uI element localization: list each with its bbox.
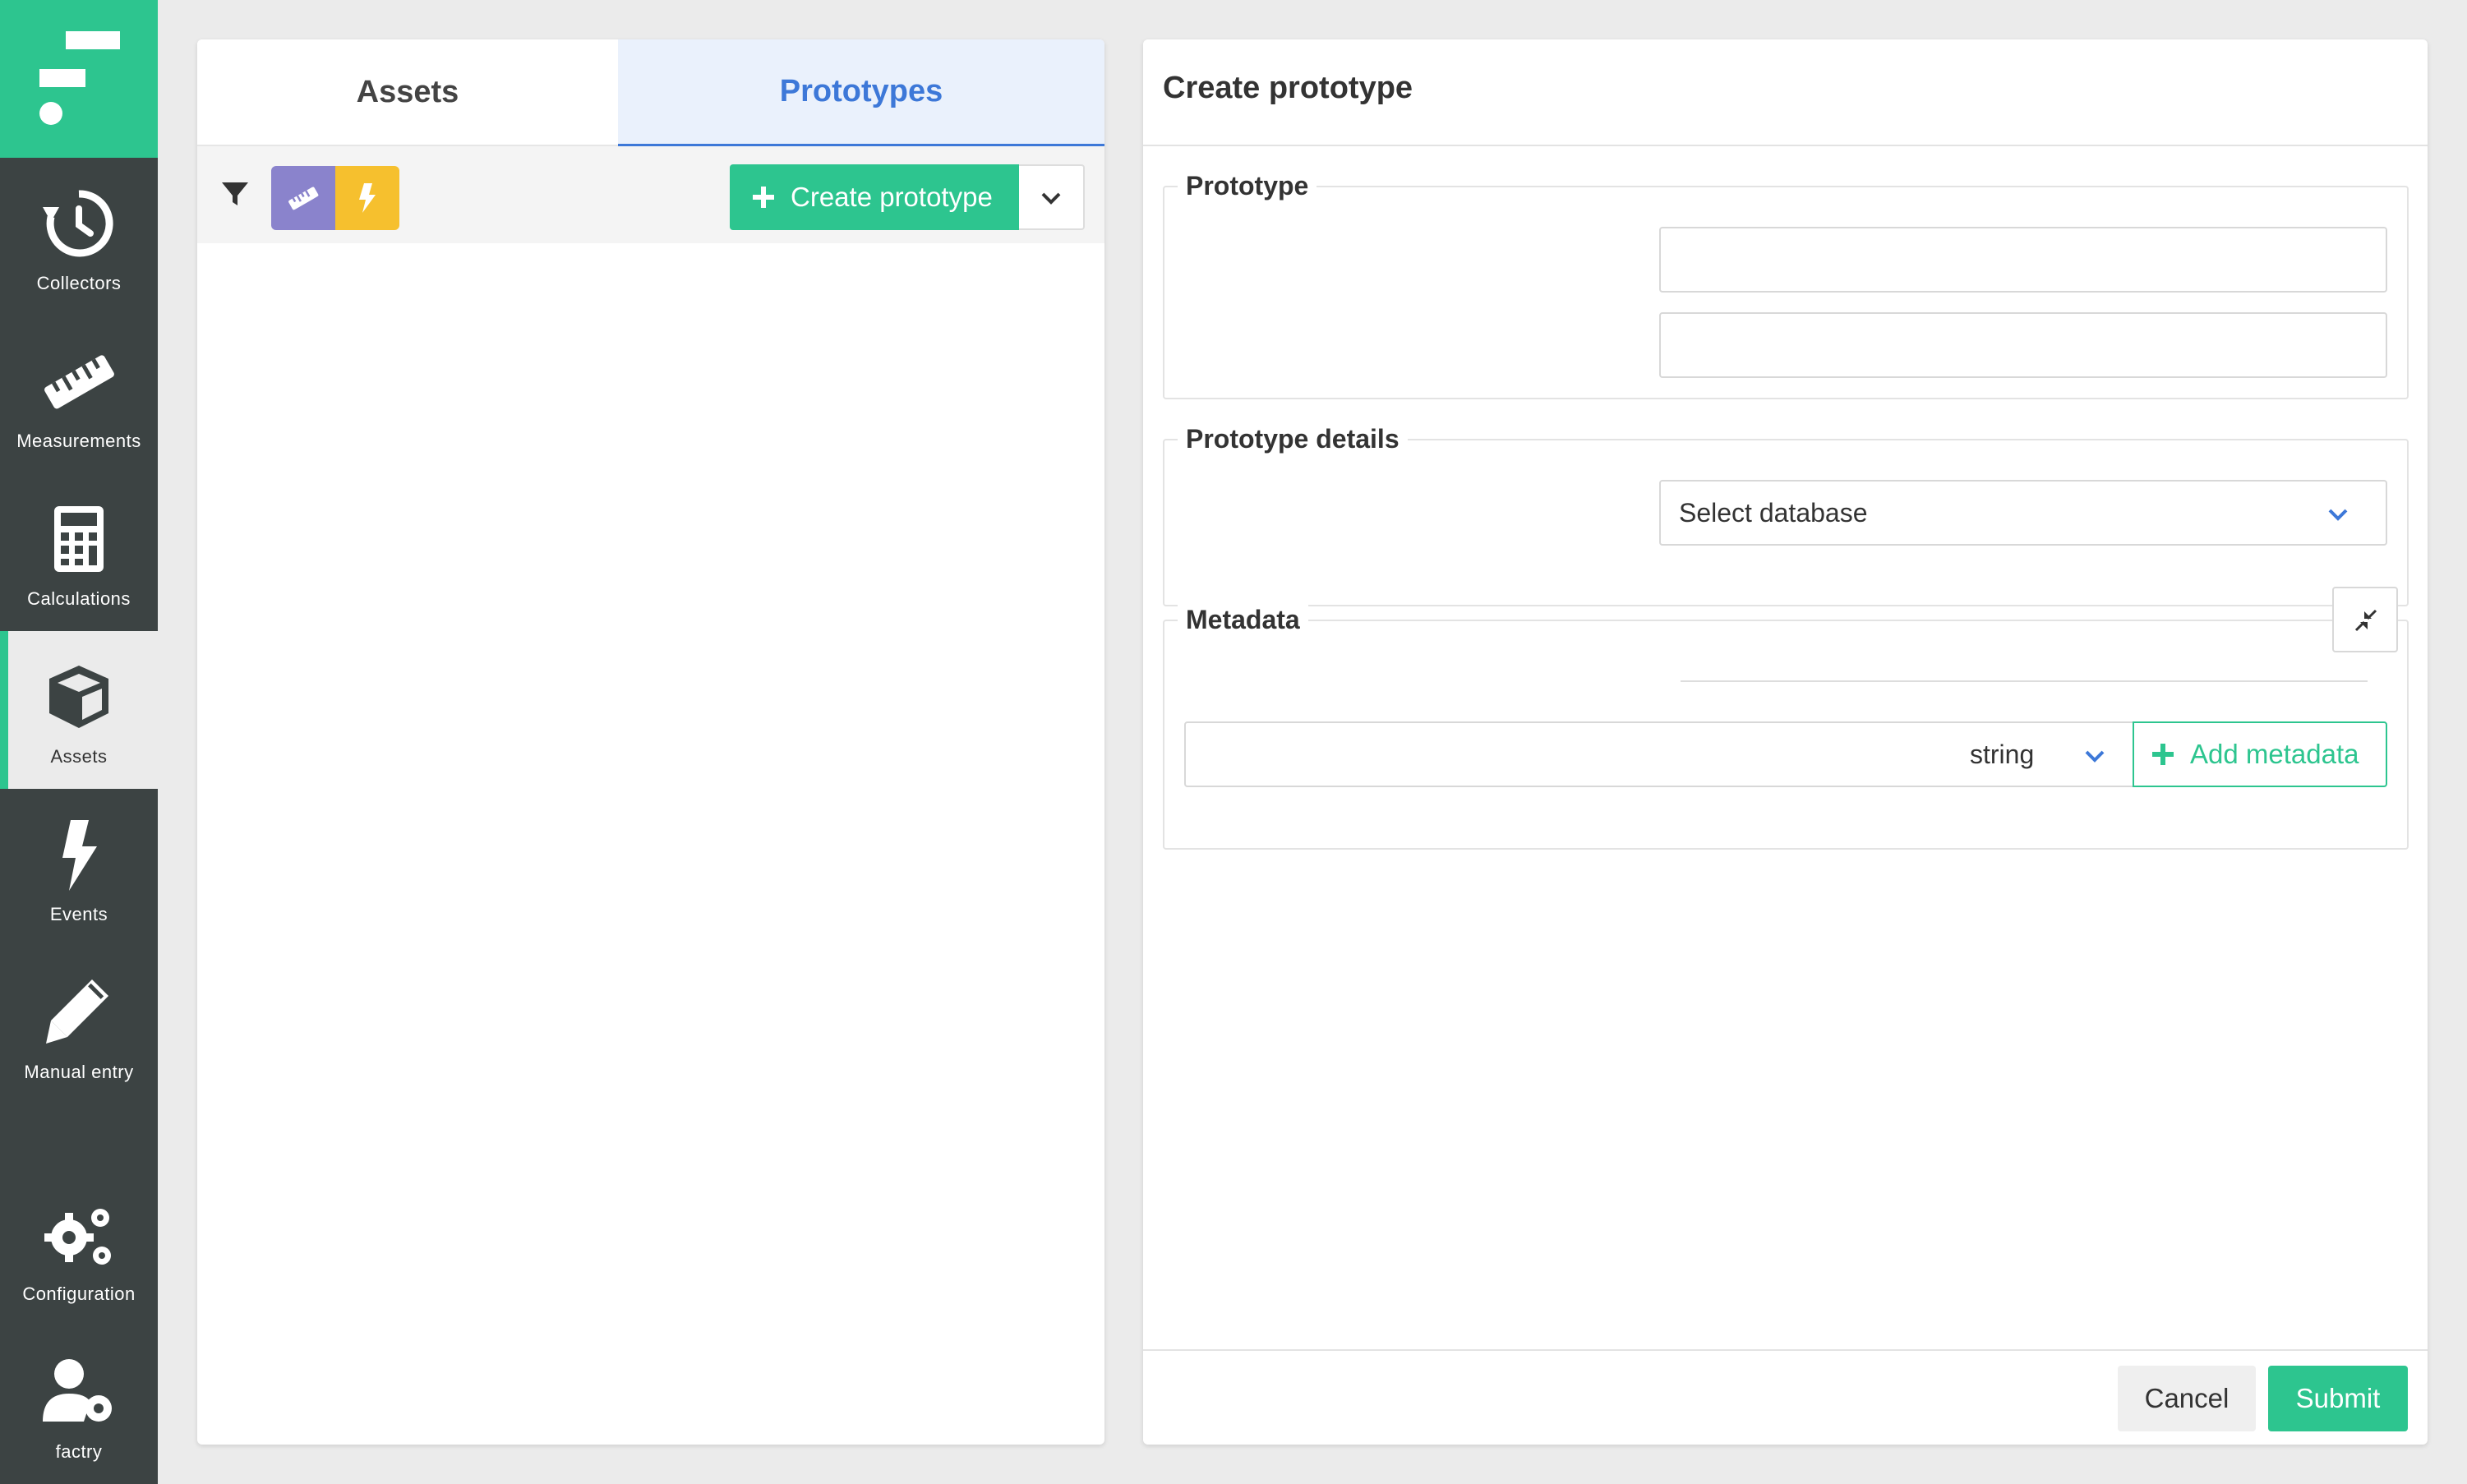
add-metadata-label: Add metadata bbox=[2190, 739, 2359, 769]
history-icon bbox=[43, 190, 113, 257]
sidebar-item-label: Collectors bbox=[36, 273, 122, 293]
metadata-divider bbox=[1681, 680, 2368, 682]
fieldset-legend: Metadata bbox=[1178, 603, 1308, 636]
sidebar-item-label: Events bbox=[49, 904, 108, 924]
sidebar-item-user[interactable]: factry bbox=[0, 1326, 158, 1484]
compress-icon bbox=[2354, 609, 2377, 632]
description-input[interactable] bbox=[1659, 312, 2387, 378]
footer-divider bbox=[1143, 1349, 2428, 1351]
add-metadata-button[interactable]: Add metadata bbox=[2133, 721, 2387, 787]
collapse-metadata-button[interactable] bbox=[2332, 587, 2398, 652]
tab-label: Assets bbox=[356, 74, 459, 109]
filter-measurements-toggle[interactable] bbox=[271, 166, 335, 230]
sidebar-item-label: factry bbox=[55, 1441, 103, 1462]
sidebar-item-assets[interactable]: Assets bbox=[0, 631, 158, 789]
bolt-icon bbox=[359, 183, 376, 213]
sidebar-item-manual-entry[interactable]: Manual entry bbox=[0, 947, 158, 1104]
list-toolbar: Create prototype bbox=[197, 146, 1104, 243]
sidebar-item-label: Calculations bbox=[27, 588, 131, 609]
divider bbox=[1143, 145, 2428, 146]
cancel-button[interactable]: Cancel bbox=[2118, 1366, 2256, 1431]
chevron-down-icon bbox=[1041, 192, 1061, 205]
create-prototype-panel: Create prototype Prototype Name Descript… bbox=[1143, 39, 2428, 1445]
sidebar-item-events[interactable]: Events bbox=[0, 789, 158, 947]
cube-icon bbox=[49, 666, 108, 728]
filter-events-toggle[interactable] bbox=[335, 166, 399, 230]
filter-icon[interactable] bbox=[219, 177, 251, 210]
tab-assets[interactable]: Assets bbox=[197, 39, 618, 146]
sidebar-item-label: Configuration bbox=[22, 1284, 136, 1304]
app: Collectors Measurements Calculations Ass… bbox=[0, 0, 2467, 1484]
default-database-select[interactable]: Select database bbox=[1659, 480, 2387, 546]
fieldset-legend: Prototype bbox=[1178, 169, 1317, 202]
metadata-key-input[interactable] bbox=[1184, 721, 1953, 787]
cogs-icon bbox=[44, 1209, 111, 1265]
sidebar-item-measurements[interactable]: Measurements bbox=[0, 316, 158, 473]
chevron-down-icon bbox=[2085, 750, 2105, 763]
bolt-icon bbox=[62, 820, 97, 891]
prototype-list-panel: Assets Prototypes Create prototype bbox=[197, 39, 1104, 1445]
sidebar-item-collectors[interactable]: Collectors bbox=[0, 158, 158, 316]
sidebar-item-label: Assets bbox=[50, 746, 108, 767]
sidebar-item-label: Measurements bbox=[16, 431, 141, 451]
sidebar-item-calculations[interactable]: Calculations bbox=[0, 473, 158, 631]
panel-tabs: Assets Prototypes bbox=[197, 39, 1104, 146]
name-input[interactable] bbox=[1659, 227, 2387, 293]
plus-icon bbox=[753, 187, 774, 208]
metadata-type-select[interactable]: string bbox=[1952, 721, 2134, 787]
user-cog-icon bbox=[43, 1359, 112, 1422]
create-prototype-button[interactable]: Create prototype bbox=[730, 164, 1019, 230]
tab-prototypes[interactable]: Prototypes bbox=[618, 39, 1104, 146]
sidebar-item-label: Manual entry bbox=[24, 1062, 134, 1082]
create-options-dropdown-button[interactable] bbox=[1019, 164, 1085, 230]
cancel-label: Cancel bbox=[2144, 1383, 2230, 1413]
factry-logo[interactable] bbox=[0, 0, 158, 158]
fieldset-legend: Prototype details bbox=[1178, 422, 1408, 455]
sidebar-item-configuration[interactable]: Configuration bbox=[0, 1168, 158, 1326]
select-value: string bbox=[1970, 739, 2035, 769]
create-prototype-label: Create prototype bbox=[791, 182, 993, 212]
sidebar: Collectors Measurements Calculations Ass… bbox=[0, 0, 158, 1484]
pencil-icon bbox=[46, 979, 108, 1044]
plus-icon bbox=[2152, 744, 2174, 765]
ruler-icon bbox=[288, 187, 319, 210]
submit-label: Submit bbox=[2295, 1383, 2381, 1413]
calculator-icon bbox=[54, 506, 104, 572]
select-value: Select database bbox=[1679, 497, 1868, 528]
submit-button[interactable]: Submit bbox=[2268, 1366, 2408, 1431]
page-title: Create prototype bbox=[1163, 71, 1413, 105]
tab-label: Prototypes bbox=[779, 74, 943, 108]
chevron-down-icon bbox=[2328, 509, 2348, 521]
ruler-icon bbox=[44, 355, 114, 409]
